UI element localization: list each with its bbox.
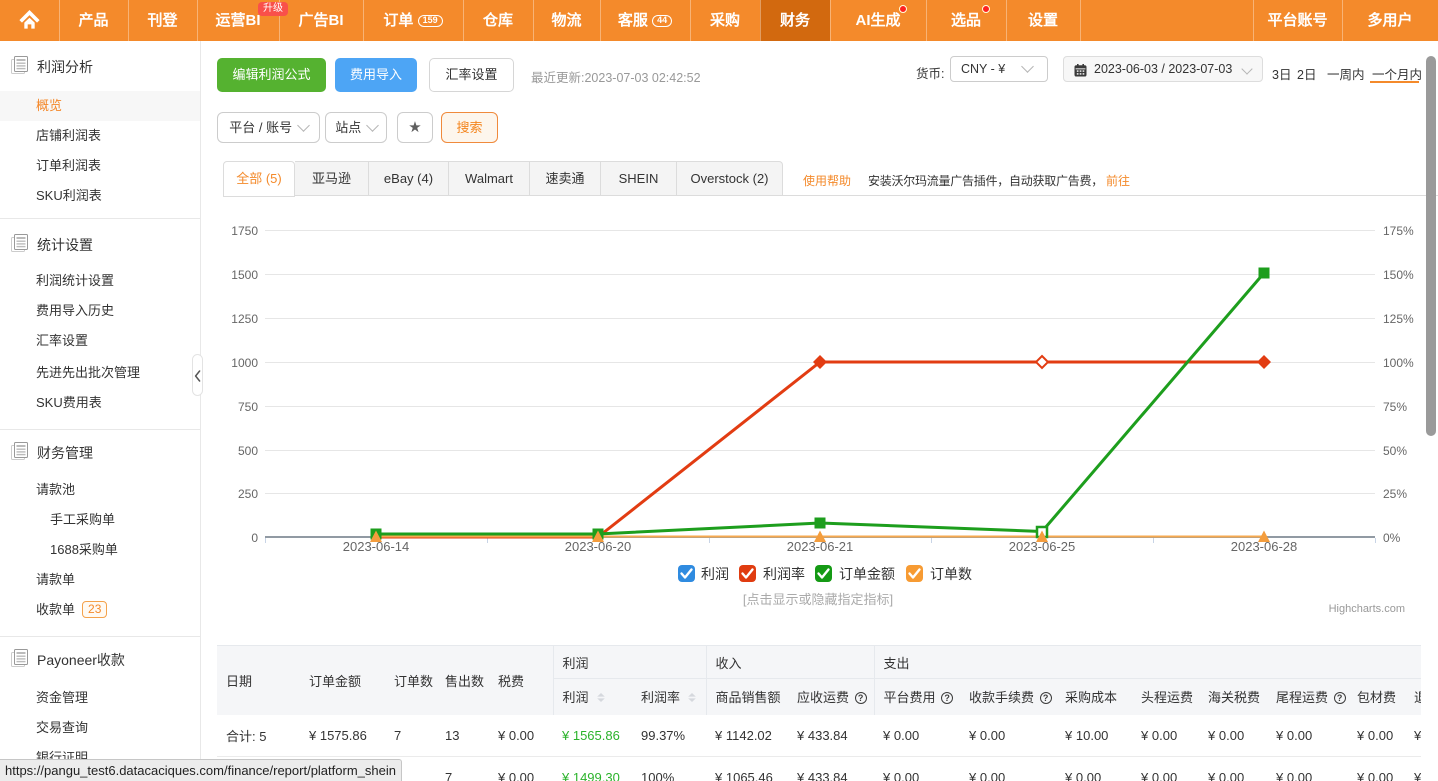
svg-text:500: 500 [238, 444, 258, 458]
svg-text:[点击显示或隐藏指定指标]: [点击显示或隐藏指定指标] [743, 592, 893, 607]
svg-text:175%: 175% [1383, 224, 1414, 238]
svg-text:50%: 50% [1383, 444, 1407, 458]
svg-text:75%: 75% [1383, 400, 1407, 414]
svg-text:750: 750 [238, 400, 258, 414]
svg-text:1500: 1500 [231, 268, 258, 282]
svg-text:100%: 100% [1383, 356, 1414, 370]
svg-text:0: 0 [251, 531, 258, 545]
svg-text:Highcharts.com: Highcharts.com [1329, 603, 1405, 615]
svg-text:订单数: 订单数 [930, 566, 972, 582]
svg-text:1250: 1250 [231, 312, 258, 326]
svg-text:150%: 150% [1383, 268, 1414, 282]
svg-text:250: 250 [238, 487, 258, 501]
svg-text:0%: 0% [1383, 531, 1401, 545]
svg-text:利润率: 利润率 [763, 566, 805, 582]
svg-text:125%: 125% [1383, 312, 1414, 326]
svg-text:1000: 1000 [231, 356, 258, 370]
svg-text:订单金额: 订单金额 [839, 566, 895, 582]
svg-text:利润: 利润 [701, 566, 729, 582]
svg-text:1750: 1750 [231, 224, 258, 238]
svg-text:25%: 25% [1383, 487, 1407, 501]
